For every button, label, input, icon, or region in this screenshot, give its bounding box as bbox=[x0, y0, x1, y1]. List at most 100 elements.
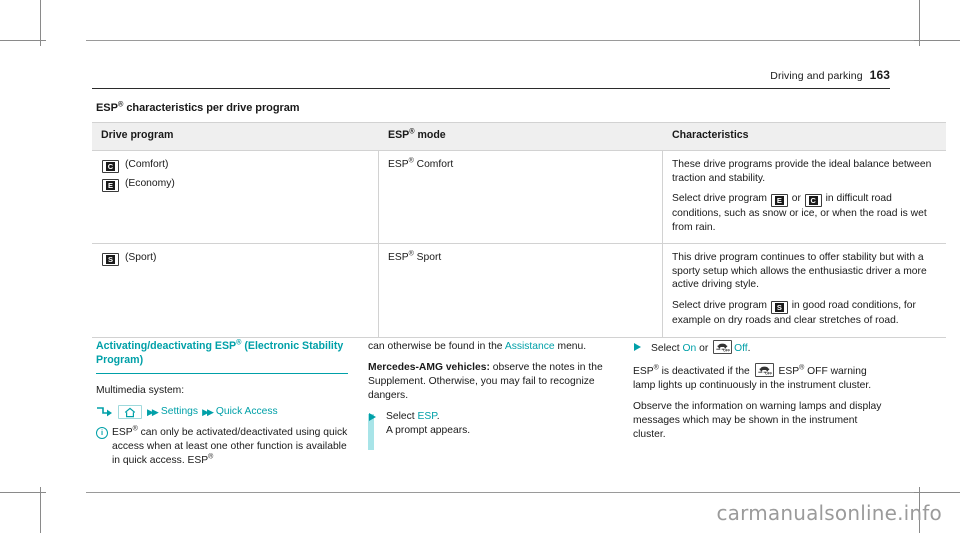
crop-mark-bottom-left-horizontal bbox=[0, 492, 46, 493]
step-triangle-icon bbox=[369, 413, 376, 421]
table-row: C (Comfort) E (Economy) ESP® Comfort These… bbox=[92, 150, 946, 245]
crop-mark-top-right-horizontal bbox=[913, 40, 960, 41]
esp-characteristics-table: Drive program ESP® mode Characteristics … bbox=[92, 122, 946, 338]
badge-letter: S bbox=[774, 303, 784, 313]
table-header-row: Drive program ESP® mode Characteristics bbox=[92, 122, 946, 151]
amg-paragraph: Mercedes-AMG vehicles: observe the notes… bbox=[368, 361, 620, 403]
drive-program-entry: C (Comfort) bbox=[101, 158, 369, 173]
drive-program-entry: E (Economy) bbox=[101, 177, 369, 192]
info-note-body: can only be activated/deactivated using … bbox=[112, 426, 348, 466]
step-triangle-icon bbox=[634, 343, 641, 351]
drive-program-entry: S (Sport) bbox=[101, 251, 369, 267]
column-header-esp-mode-suffix: mode bbox=[414, 129, 446, 141]
step-result: A prompt appears. bbox=[386, 425, 471, 436]
action-step: Select On or OFF Off. bbox=[633, 340, 890, 356]
continuation-paragraph: can otherwise be found in the Assistance… bbox=[368, 340, 620, 354]
step-text: Select bbox=[651, 343, 683, 354]
table-caption: ESP® characteristics per drive program bbox=[96, 100, 300, 114]
menu-item-settings[interactable]: Settings bbox=[161, 405, 198, 419]
info-note: i ESP ® can only be activated/deactivated… bbox=[96, 426, 348, 468]
badge-letter: E bbox=[106, 180, 115, 190]
step-text: Select bbox=[386, 411, 418, 422]
running-head-section: Driving and parking bbox=[770, 70, 863, 82]
page-number: 163 bbox=[869, 68, 890, 82]
characteristics-paragraph: This drive program continues to offer st… bbox=[672, 252, 927, 291]
badge-letter: E bbox=[774, 196, 784, 206]
drive-program-comfort-badge: C bbox=[804, 194, 822, 208]
drive-program-economy-badge: E bbox=[770, 194, 788, 208]
esp-text: ESP bbox=[633, 366, 654, 377]
path-separator-icon: ▶▶ bbox=[202, 406, 214, 417]
characteristics-paragraph: These drive programs provide the ideal b… bbox=[672, 158, 932, 184]
drive-program-sport-badge: S bbox=[770, 301, 788, 315]
drive-program-label: (Sport) bbox=[125, 252, 157, 264]
characteristics-paragraph: Select drive program E or C in difficult… bbox=[672, 192, 937, 234]
page-frame-bottom-rule bbox=[86, 492, 914, 493]
esp-deactivated-text: is deactivated if the bbox=[658, 366, 753, 377]
header-rule bbox=[92, 88, 890, 89]
svg-text:OFF: OFF bbox=[723, 348, 730, 352]
home-icon[interactable] bbox=[118, 404, 142, 419]
drive-program-label: (Economy) bbox=[125, 177, 175, 189]
esp-link[interactable]: ESP bbox=[417, 411, 436, 422]
esp-off-warning-lamp-icon: OFF bbox=[754, 363, 774, 377]
select-drive-program-text: Select drive program bbox=[672, 300, 770, 312]
esp-off-text: ESP bbox=[775, 366, 800, 377]
step-conjunction: or bbox=[696, 343, 712, 354]
drive-program-label: (Comfort) bbox=[125, 158, 169, 170]
esp-mode-text: ESP bbox=[388, 158, 409, 170]
path-separator-icon: ▶▶ bbox=[147, 406, 159, 417]
esp-deactivated-paragraph: ESP® is deactivated if the OFF ESP® OFF … bbox=[633, 363, 890, 393]
cell-esp-mode: ESP® Sport bbox=[378, 243, 663, 338]
badge-letter: C bbox=[808, 196, 818, 206]
table-caption-pre: ESP bbox=[96, 102, 118, 114]
table-body: C (Comfort) E (Economy) ESP® Comfort These… bbox=[92, 150, 946, 338]
middle-column: can otherwise be found in the Assistance… bbox=[368, 340, 620, 450]
conjunction-text: or bbox=[788, 193, 804, 205]
menu-path[interactable]: ▶▶ Settings ▶▶ Quick Access bbox=[96, 404, 348, 419]
continuation-suffix: menu. bbox=[554, 341, 587, 352]
drive-program-sport-badge: S bbox=[102, 253, 119, 267]
crop-mark-top-left-horizontal bbox=[0, 40, 46, 41]
svg-text:OFF: OFF bbox=[765, 371, 772, 375]
site-watermark: carmanualsonline.info bbox=[716, 501, 942, 525]
on-option[interactable]: On bbox=[682, 343, 696, 354]
badge-letter: C bbox=[106, 161, 115, 171]
esp-mode-suffix: Comfort bbox=[413, 158, 454, 170]
column-header-esp-mode-text: ESP bbox=[388, 129, 410, 141]
page-frame-top-rule bbox=[86, 40, 914, 41]
step-text-suffix: . bbox=[436, 411, 440, 422]
registered-mark: ® bbox=[208, 453, 214, 461]
step-text-suffix: . bbox=[747, 343, 751, 354]
off-option[interactable]: Off bbox=[734, 343, 748, 354]
badge-letter: S bbox=[106, 255, 115, 265]
esp-off-warning-lamp-icon: OFF bbox=[713, 340, 733, 354]
info-icon: i bbox=[96, 426, 108, 439]
column-header-characteristics: Characteristics bbox=[662, 122, 946, 151]
cell-drive-program: C (Comfort) E (Economy) bbox=[92, 150, 379, 245]
multimedia-system-label: Multimedia system: bbox=[96, 384, 185, 396]
enter-arrow-icon bbox=[96, 407, 113, 417]
characteristics-paragraph: Select drive program S in good road cond… bbox=[672, 299, 937, 328]
table-head: Drive program ESP® mode Characteristics bbox=[92, 122, 946, 151]
crop-mark-bottom-left-vertical bbox=[40, 487, 41, 533]
cell-esp-mode: ESP® Comfort bbox=[378, 150, 663, 245]
section-heading: Activating/deactivating ESP® (Electronic… bbox=[96, 338, 348, 374]
cell-characteristics: These drive programs provide the ideal b… bbox=[662, 150, 946, 245]
select-drive-program-text: Select drive program bbox=[672, 193, 770, 205]
crop-mark-bottom-right-horizontal bbox=[913, 492, 960, 493]
observe-information-paragraph: Observe the information on warning lamps… bbox=[633, 401, 882, 440]
table-row: S (Sport) ESP® Sport This drive program c… bbox=[92, 243, 946, 338]
menu-item-quick-access[interactable]: Quick Access bbox=[216, 405, 278, 419]
running-head: Driving and parking 163 bbox=[92, 68, 890, 82]
info-note-text: ESP bbox=[112, 426, 133, 438]
drive-program-economy-badge: E bbox=[102, 178, 119, 192]
esp-mode-suffix: Sport bbox=[413, 252, 442, 264]
section-heading-text: Activating/deactivating ESP bbox=[96, 340, 237, 352]
assistance-link[interactable]: Assistance bbox=[505, 341, 555, 352]
esp-mode-text: ESP bbox=[388, 252, 409, 264]
continuation-text: can otherwise be found in the bbox=[368, 341, 505, 352]
table-caption-post: characteristics per drive program bbox=[123, 102, 300, 114]
right-column: Select On or OFF Off. ESP® is deactivated… bbox=[633, 340, 890, 449]
action-step: Select ESP. A prompt appears. bbox=[368, 410, 620, 438]
